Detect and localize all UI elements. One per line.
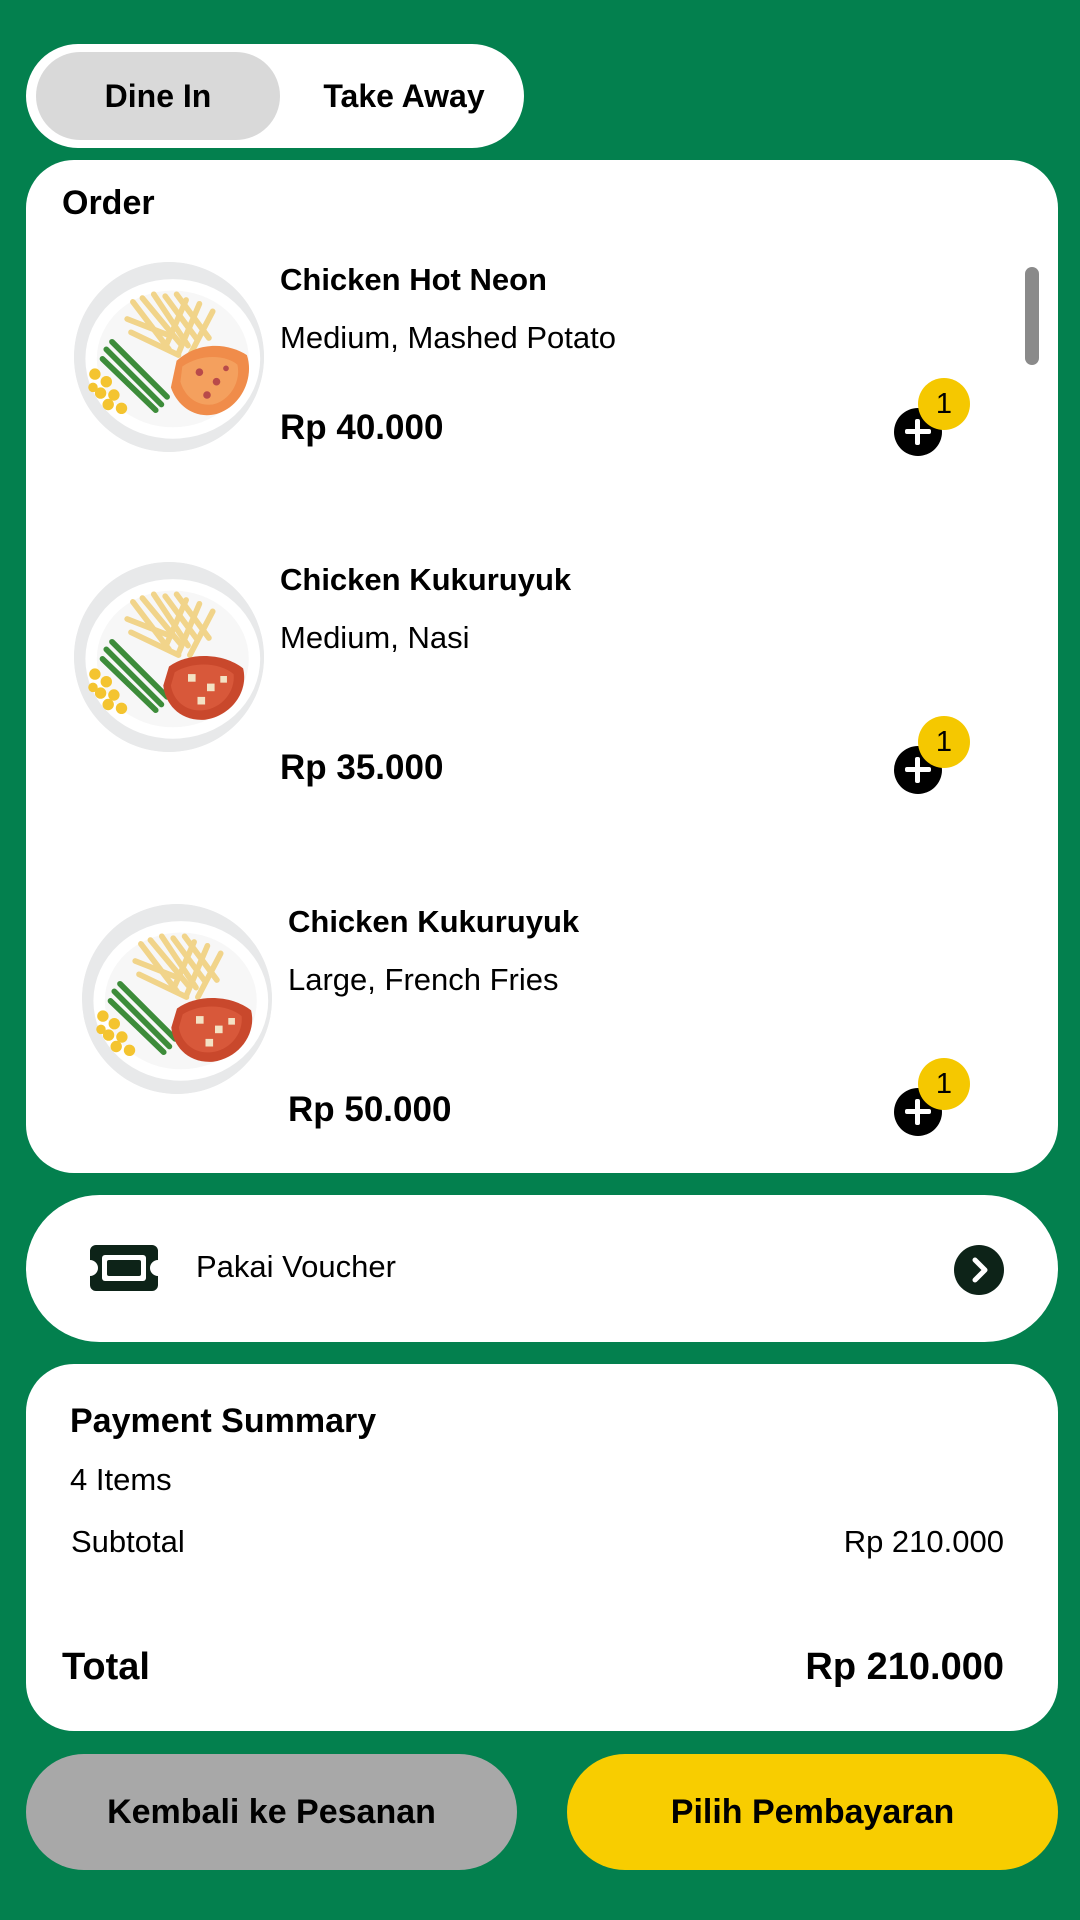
quantity-badge: 1 — [918, 1058, 970, 1110]
order-item[interactable]: Chicken Kukuruyuk Large, French Fries Rp… — [26, 904, 1058, 1136]
order-item[interactable]: Chicken Hot Neon Medium, Mashed Potato R… — [26, 262, 1058, 462]
payment-summary-title: Payment Summary — [70, 1402, 377, 1440]
order-type-toggle: Dine In Take Away — [26, 44, 524, 148]
total-value: Rp 210.000 — [805, 1646, 1004, 1688]
item-name: Chicken Kukuruyuk — [288, 904, 580, 939]
item-price: Rp 50.000 — [288, 1090, 452, 1129]
items-count: 4 Items — [70, 1462, 172, 1497]
order-title: Order — [62, 184, 155, 222]
ticket-icon — [90, 1245, 158, 1291]
voucher-button[interactable]: Pakai Voucher — [26, 1195, 1058, 1342]
item-options: Large, French Fries — [288, 962, 559, 997]
payment-summary-card: Payment Summary 4 Items Subtotal Rp 210.… — [26, 1364, 1058, 1731]
subtotal-value: Rp 210.000 — [843, 1524, 1004, 1559]
order-item[interactable]: Chicken Kukuruyuk Medium, Nasi Rp 35.000… — [26, 562, 1058, 794]
item-price: Rp 35.000 — [280, 748, 444, 787]
item-price: Rp 40.000 — [280, 408, 444, 447]
chevron-right-icon[interactable] — [954, 1245, 1004, 1295]
item-options: Medium, Nasi — [280, 620, 470, 655]
total-label: Total — [62, 1646, 150, 1688]
take-away-button[interactable]: Take Away — [288, 52, 520, 140]
voucher-label: Pakai Voucher — [196, 1249, 396, 1284]
back-to-order-button[interactable]: Kembali ke Pesanan — [26, 1754, 517, 1870]
chicken-fries-plate-image — [74, 562, 264, 752]
choose-payment-button[interactable]: Pilih Pembayaran — [567, 1754, 1058, 1870]
item-name: Chicken Hot Neon — [280, 262, 547, 297]
chicken-fries-plate-image — [74, 262, 264, 452]
item-name: Chicken Kukuruyuk — [280, 562, 572, 597]
quantity-badge: 1 — [918, 716, 970, 768]
dine-in-button[interactable]: Dine In — [36, 52, 280, 140]
item-options: Medium, Mashed Potato — [280, 320, 617, 355]
quantity-badge: 1 — [918, 378, 970, 430]
order-card: Order Chicken Hot Neon Medium, Mashed Po… — [26, 160, 1058, 1173]
chicken-fries-plate-image — [82, 904, 272, 1094]
subtotal-label: Subtotal — [71, 1524, 185, 1559]
